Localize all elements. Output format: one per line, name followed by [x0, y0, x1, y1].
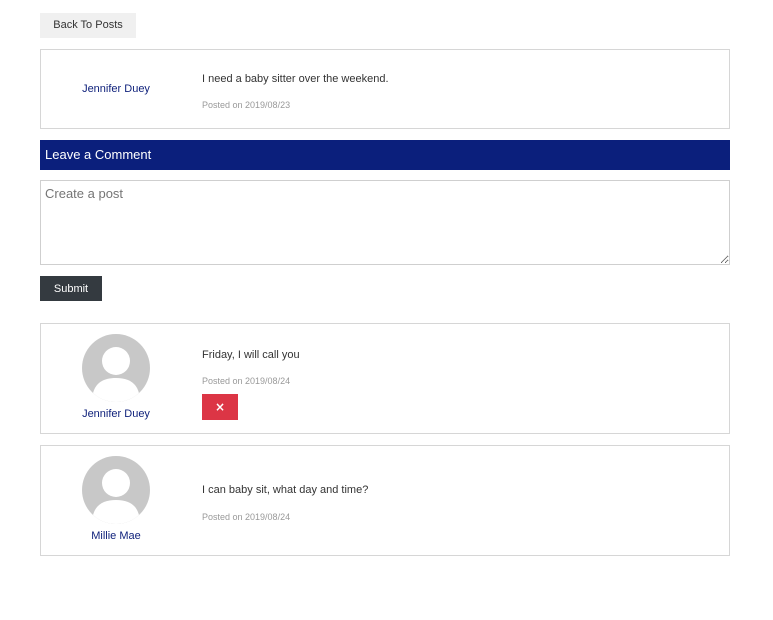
original-post-card: Jennifer Duey I need a baby sitter over … [40, 49, 730, 129]
post-text: I need a baby sitter over the weekend. [202, 73, 389, 85]
comment-card: Jennifer Duey Friday, I will call you Po… [40, 323, 730, 434]
comment-input[interactable] [40, 180, 730, 265]
leave-comment-header: Leave a Comment [40, 140, 730, 170]
user-avatar-icon [82, 334, 150, 402]
comment-text: I can baby sit, what day and time? [202, 484, 369, 496]
comment-text: Friday, I will call you [202, 349, 300, 361]
post-date: Posted on 2019/08/23 [202, 100, 291, 110]
comment-date: Posted on 2019/08/24 [202, 376, 291, 386]
post-author-link[interactable]: Jennifer Duey [41, 83, 191, 95]
delete-comment-button[interactable]: × [202, 394, 238, 420]
comment-card: Millie Mae I can baby sit, what day and … [40, 445, 730, 556]
user-avatar-icon [82, 456, 150, 524]
submit-button[interactable]: Submit [40, 276, 102, 301]
comment-author-link[interactable]: Jennifer Duey [41, 408, 191, 420]
back-to-posts-button[interactable]: Back To Posts [40, 13, 136, 38]
comment-date: Posted on 2019/08/24 [202, 512, 291, 522]
comment-author-link[interactable]: Millie Mae [41, 530, 191, 542]
